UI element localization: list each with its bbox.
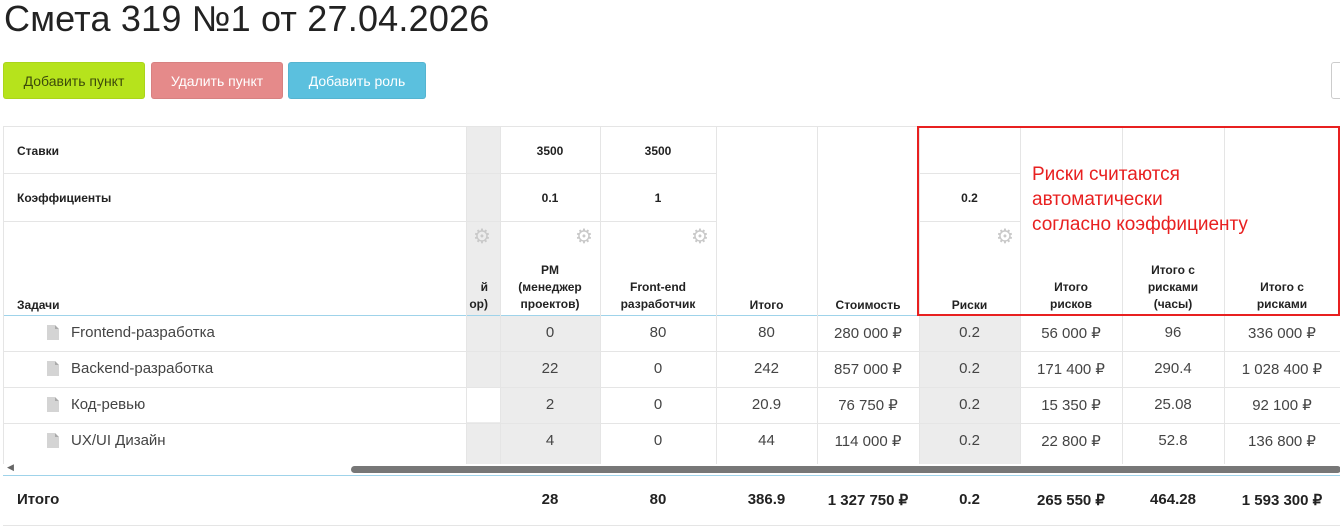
- add-role-button[interactable]: Добавить роль: [288, 62, 426, 99]
- delete-item-button[interactable]: Удалить пункт: [151, 62, 283, 99]
- scrollbar-thumb[interactable]: [351, 466, 1340, 473]
- total-header: Итого: [749, 298, 784, 312]
- task-name[interactable]: Backend-разработка: [71, 360, 213, 377]
- pm-hours[interactable]: 4: [500, 432, 600, 449]
- scroll-left-arrow-icon[interactable]: ◀: [7, 462, 14, 473]
- hours-with-risks: 25.08: [1154, 396, 1192, 413]
- risks: 0.2: [959, 432, 980, 449]
- cost: 857 000 ₽: [834, 361, 902, 378]
- hours-with-risks: 290.4: [1154, 360, 1192, 377]
- hours-with-risks: 96: [1164, 324, 1182, 341]
- add-item-button[interactable]: Добавить пункт: [3, 62, 145, 99]
- pm-hours[interactable]: 22: [500, 360, 600, 377]
- partial-button-edge[interactable]: [1331, 62, 1340, 99]
- frontend-coefficient[interactable]: 1: [600, 191, 716, 205]
- page-title: Смета 319 №1 от 27.04.2026: [4, 0, 490, 39]
- hours-with-risks: 52.8: [1158, 432, 1188, 449]
- pm-hours[interactable]: 0: [500, 324, 600, 341]
- cost: 76 750 ₽: [838, 397, 898, 414]
- hidden-role-header: й ор): [469, 280, 488, 311]
- risk-total: 15 350 ₽: [1041, 397, 1101, 414]
- frontend-rate[interactable]: 3500: [600, 144, 716, 158]
- pm-header: PM (менеджер проектов): [518, 263, 582, 311]
- total-with-risks: 1 028 400 ₽: [1241, 361, 1323, 378]
- risk-total: 56 000 ₽: [1041, 325, 1101, 342]
- rates-label: Ставки: [17, 144, 59, 158]
- document-icon: [47, 361, 59, 376]
- frontend-hours[interactable]: 0: [600, 432, 716, 449]
- total-hours: 44: [758, 432, 775, 449]
- total-risks: 0.2: [959, 491, 980, 508]
- pm-hours[interactable]: 2: [500, 396, 600, 413]
- gear-icon[interactable]: ⚙: [575, 227, 593, 247]
- total-with-risks: 136 800 ₽: [1248, 433, 1316, 450]
- coefficients-label: Коэффициенты: [17, 191, 112, 205]
- totals-label: Итого: [17, 491, 60, 508]
- grand-total-with-risks: 1 593 300 ₽: [1241, 492, 1323, 509]
- cost-header: Стоимость: [835, 298, 901, 312]
- pm-rate[interactable]: 3500: [500, 144, 600, 158]
- total-hours: 242: [753, 360, 780, 377]
- cost: 114 000 ₽: [834, 433, 902, 450]
- total-hours: 20.9: [751, 396, 782, 413]
- total-hours: 386.9: [747, 491, 786, 508]
- frontend-header: Front-end разработчик: [620, 280, 696, 311]
- task-name[interactable]: UX/UI Дизайн: [71, 432, 166, 449]
- total-cost: 1 327 750 ₽: [827, 492, 909, 509]
- task-name[interactable]: Код-ревью: [71, 396, 145, 413]
- risks: 0.2: [959, 396, 980, 413]
- total-hours: 80: [758, 324, 775, 341]
- document-icon: [47, 325, 59, 340]
- frontend-hours[interactable]: 0: [600, 396, 716, 413]
- risks: 0.2: [959, 360, 980, 377]
- total-frontend: 80: [649, 491, 667, 508]
- frontend-hours[interactable]: 0: [600, 360, 716, 377]
- document-icon: [47, 433, 59, 448]
- total-with-risks: 92 100 ₽: [1252, 397, 1312, 414]
- total-risk-sum: 265 550 ₽: [1037, 492, 1105, 509]
- total-hours-with-risks: 464.28: [1150, 491, 1196, 508]
- gear-icon[interactable]: ⚙: [473, 227, 491, 247]
- frontend-hours[interactable]: 80: [600, 324, 716, 341]
- risk-total: 22 800 ₽: [1041, 433, 1101, 450]
- document-icon: [47, 397, 59, 412]
- task-name[interactable]: Frontend-разработка: [71, 324, 215, 341]
- cost: 280 000 ₽: [834, 325, 902, 342]
- tasks-label: Задачи: [17, 298, 60, 312]
- total-with-risks: 336 000 ₽: [1248, 325, 1316, 342]
- total-pm: 28: [541, 491, 559, 508]
- risk-total: 171 400 ₽: [1037, 361, 1105, 378]
- annotation-text: Риски считаются автоматически согласно к…: [1032, 164, 1248, 235]
- pm-coefficient[interactable]: 0.1: [500, 191, 600, 205]
- risks: 0.2: [959, 324, 980, 341]
- gear-icon[interactable]: ⚙: [691, 227, 709, 247]
